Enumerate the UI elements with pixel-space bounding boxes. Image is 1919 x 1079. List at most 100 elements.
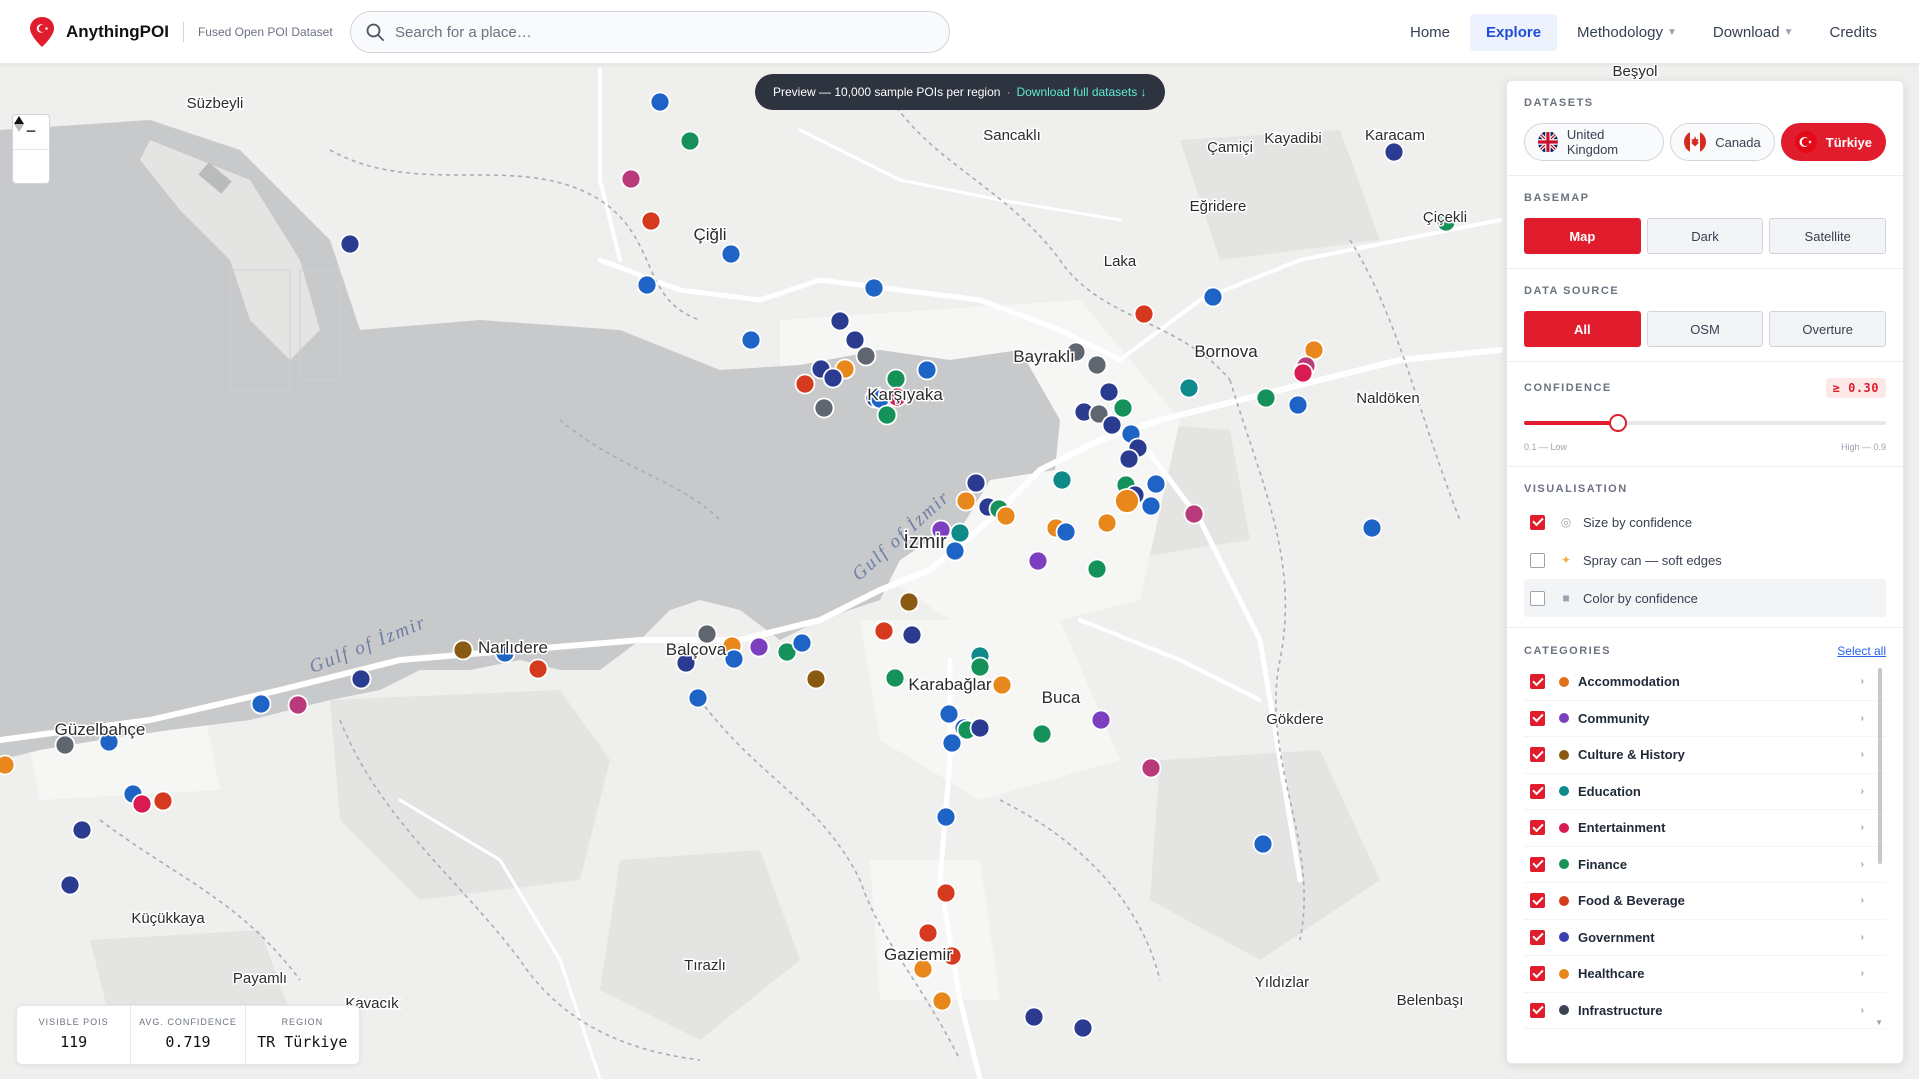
poi-marker[interactable]: [1287, 394, 1309, 416]
category-row-healthcare[interactable]: Healthcare ›: [1524, 956, 1886, 993]
poi-marker[interactable]: [1112, 397, 1134, 419]
dataset-uk[interactable]: United Kingdom: [1524, 123, 1665, 161]
poi-marker[interactable]: [452, 639, 474, 661]
poi-marker[interactable]: [152, 790, 174, 812]
poi-marker[interactable]: [287, 694, 309, 716]
poi-marker[interactable]: [794, 373, 816, 395]
poi-marker[interactable]: [1072, 1017, 1094, 1039]
poi-marker[interactable]: [59, 874, 81, 896]
poi-marker[interactable]: [1133, 303, 1155, 325]
poi-marker[interactable]: [829, 310, 851, 332]
category-checkbox[interactable]: [1530, 710, 1545, 726]
chevron-right-icon[interactable]: ›: [1861, 676, 1864, 687]
poi-marker[interactable]: [620, 168, 642, 190]
dataset-canada[interactable]: Canada: [1670, 123, 1775, 161]
poi-marker[interactable]: [935, 806, 957, 828]
poi-marker[interactable]: [901, 624, 923, 646]
chevron-right-icon[interactable]: ›: [1861, 786, 1864, 797]
poi-marker[interactable]: [805, 668, 827, 690]
poi-marker[interactable]: [1114, 488, 1140, 514]
poi-marker[interactable]: [1178, 377, 1200, 399]
category-checkbox[interactable]: [1530, 747, 1545, 763]
poi-marker[interactable]: [991, 674, 1013, 696]
poi-marker[interactable]: [1183, 503, 1205, 525]
category-checkbox[interactable]: [1530, 929, 1545, 945]
poi-marker[interactable]: [813, 397, 835, 419]
poi-marker[interactable]: [1140, 757, 1162, 779]
basemap-satellite-button[interactable]: Satellite: [1769, 218, 1887, 254]
chevron-right-icon[interactable]: ›: [1861, 859, 1864, 870]
chevron-right-icon[interactable]: ›: [1861, 713, 1864, 724]
poi-marker[interactable]: [1086, 354, 1108, 376]
poi-marker[interactable]: [339, 233, 361, 255]
poi-marker[interactable]: [131, 793, 153, 815]
poi-marker[interactable]: [679, 130, 701, 152]
poi-marker[interactable]: [250, 693, 272, 715]
poi-marker[interactable]: [1202, 286, 1224, 308]
poi-marker[interactable]: [941, 732, 963, 754]
nav-credits[interactable]: Credits: [1813, 14, 1893, 51]
poi-marker[interactable]: [1255, 387, 1277, 409]
category-list[interactable]: ▼ Accommodation › Community › Culture & Hist…: [1524, 664, 1886, 1029]
poi-marker[interactable]: [969, 717, 991, 739]
poi-marker[interactable]: [748, 636, 770, 658]
chevron-right-icon[interactable]: ›: [1861, 822, 1864, 833]
poi-marker[interactable]: [855, 345, 877, 367]
search-bar[interactable]: [350, 11, 950, 53]
poi-marker[interactable]: [1145, 473, 1167, 495]
source-osm-button[interactable]: OSM: [1646, 311, 1764, 347]
confidence-slider[interactable]: [1524, 412, 1886, 432]
poi-marker[interactable]: [876, 404, 898, 426]
download-datasets-link[interactable]: Download full datasets ↓: [1016, 85, 1146, 99]
spray-can-toggle[interactable]: ✦ Spray can — soft edges: [1524, 541, 1886, 579]
brand[interactable]: AnythingPOI Fused Open POI Dataset: [28, 16, 333, 48]
size-by-confidence-toggle[interactable]: ◎ Size by confidence: [1524, 503, 1886, 541]
category-checkbox[interactable]: [1530, 966, 1545, 982]
poi-marker[interactable]: [949, 522, 971, 544]
chevron-right-icon[interactable]: ›: [1861, 749, 1864, 760]
poi-marker[interactable]: [636, 274, 658, 296]
category-checkbox[interactable]: [1530, 674, 1545, 690]
category-row-accommodation[interactable]: Accommodation ›: [1524, 664, 1886, 701]
category-checkbox[interactable]: [1530, 783, 1545, 799]
poi-marker[interactable]: [723, 648, 745, 670]
select-all-link[interactable]: Select all: [1837, 644, 1886, 658]
poi-marker[interactable]: [884, 667, 906, 689]
poi-marker[interactable]: [1096, 512, 1118, 534]
chevron-right-icon[interactable]: ›: [1861, 968, 1864, 979]
category-row-government[interactable]: Government ›: [1524, 920, 1886, 956]
search-input[interactable]: [395, 23, 915, 41]
nav-explore[interactable]: Explore: [1470, 13, 1558, 51]
poi-marker[interactable]: [931, 990, 953, 1012]
poi-marker[interactable]: [1023, 1006, 1045, 1028]
checkbox[interactable]: [1530, 514, 1545, 530]
dataset-turkiye[interactable]: Türkiye: [1780, 123, 1886, 161]
category-row-infrastructure[interactable]: Infrastructure ›: [1524, 993, 1886, 1029]
poi-marker[interactable]: [935, 882, 957, 904]
poi-marker[interactable]: [720, 243, 742, 265]
poi-marker[interactable]: [1140, 495, 1162, 517]
poi-marker[interactable]: [1031, 723, 1053, 745]
category-row-education[interactable]: Education ›: [1524, 774, 1886, 810]
category-scrollbar[interactable]: [1878, 668, 1882, 864]
basemap-dark-button[interactable]: Dark: [1646, 218, 1764, 254]
poi-marker[interactable]: [71, 819, 93, 841]
poi-marker[interactable]: [1051, 469, 1073, 491]
category-checkbox[interactable]: [1530, 820, 1545, 836]
checkbox[interactable]: [1530, 590, 1545, 606]
poi-marker[interactable]: [1383, 141, 1405, 163]
poi-marker[interactable]: [1118, 448, 1140, 470]
chevron-right-icon[interactable]: ›: [1861, 1005, 1864, 1016]
poi-marker[interactable]: [527, 658, 549, 680]
poi-marker[interactable]: [640, 210, 662, 232]
poi-marker[interactable]: [1086, 558, 1108, 580]
category-checkbox[interactable]: [1530, 1002, 1545, 1018]
slider-thumb[interactable]: [1609, 414, 1628, 432]
poi-marker[interactable]: [791, 632, 813, 654]
basemap-map-button[interactable]: Map: [1524, 218, 1641, 254]
poi-marker[interactable]: [1361, 517, 1383, 539]
poi-marker[interactable]: [944, 540, 966, 562]
poi-marker[interactable]: [955, 490, 977, 512]
poi-marker[interactable]: [1101, 414, 1123, 436]
source-overture-button[interactable]: Overture: [1769, 311, 1887, 347]
